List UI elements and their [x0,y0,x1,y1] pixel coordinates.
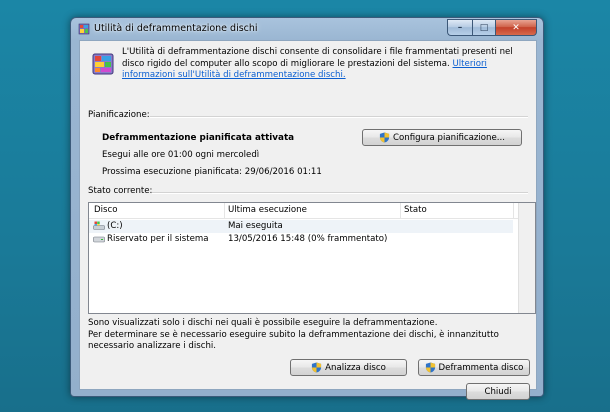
analyze-disk-button[interactable]: Analizza disco [290,359,407,376]
disk-row-reserved[interactable]: Riservato per il sistema 13/05/2016 15:4… [89,233,513,246]
defrag-app-icon [78,23,90,35]
col-header-disk[interactable]: Disco [94,205,117,215]
disk-last-run: 13/05/2016 15:48 (0% frammentato) [228,234,388,244]
schedule-frequency: Esegui alle ore 01:00 ogni mercoledì [102,150,260,160]
minimize-button[interactable]: – [447,19,472,36]
schedule-next-run: Prossima esecuzione pianificata: 29/06/2… [102,167,322,177]
uac-shield-icon [425,362,435,373]
col-header-status[interactable]: Stato [404,205,427,215]
uac-shield-icon [312,362,322,373]
disk-list[interactable]: Disco Ultima esecuzione Stato (C:) Mai e… [88,202,536,314]
col-separator [224,203,225,218]
dialog-body: L'Utilità di deframmentazione dischi con… [79,40,537,400]
configure-schedule-label: Configura pianificazione... [393,132,505,143]
disk-name: Riservato per il sistema [107,234,209,244]
defragment-disk-label: Deframmenta disco [438,362,524,373]
close-button-label: Chiudi [484,386,512,397]
schedule-status: Deframmentazione pianificata attivata [102,133,295,143]
window-title: Utilità di deframmentazione dischi [94,23,258,34]
disk-list-header: Disco Ultima esecuzione Stato [89,203,535,219]
footer-note-line2: Per determinare se è necessario eseguire… [88,329,499,352]
window-controls: – □ ✕ [447,19,537,36]
intro-text: L'Utilità di deframmentazione dischi con… [122,47,527,82]
close-button[interactable]: Chiudi [466,383,530,400]
schedule-section-label: Pianificazione: [88,110,150,120]
col-separator [400,203,401,218]
current-divider [152,192,528,194]
defrag-window: Utilità di deframmentazione dischi – □ ✕… [70,17,544,400]
defrag-icon [92,53,114,75]
disk-name: (C:) [107,221,123,231]
hard-drive-icon [93,236,105,243]
defragment-disk-button[interactable]: Deframmenta disco [418,359,530,376]
configure-schedule-button[interactable]: Configura pianificazione... [362,129,522,146]
disk-last-run: Mai eseguita [228,221,283,231]
disk-row-c[interactable]: (C:) Mai eseguita [89,220,513,233]
analyze-disk-label: Analizza disco [325,362,386,373]
schedule-divider [150,116,528,118]
disk-list-scrollbar[interactable] [518,203,535,313]
close-window-button[interactable]: ✕ [495,19,537,36]
col-header-last-run[interactable]: Ultima esecuzione [228,205,307,215]
maximize-button[interactable]: □ [472,19,495,36]
system-drive-icon [93,221,105,230]
footer-note: Sono visualizzati solo i dischi nei qual… [88,318,528,353]
title-bar[interactable]: Utilità di deframmentazione dischi – □ ✕ [71,18,543,40]
col-separator [513,203,514,218]
footer-note-line1: Sono visualizzati solo i dischi nei qual… [88,318,438,328]
uac-shield-icon [379,132,390,143]
current-section-label: Stato corrente: [88,186,153,196]
